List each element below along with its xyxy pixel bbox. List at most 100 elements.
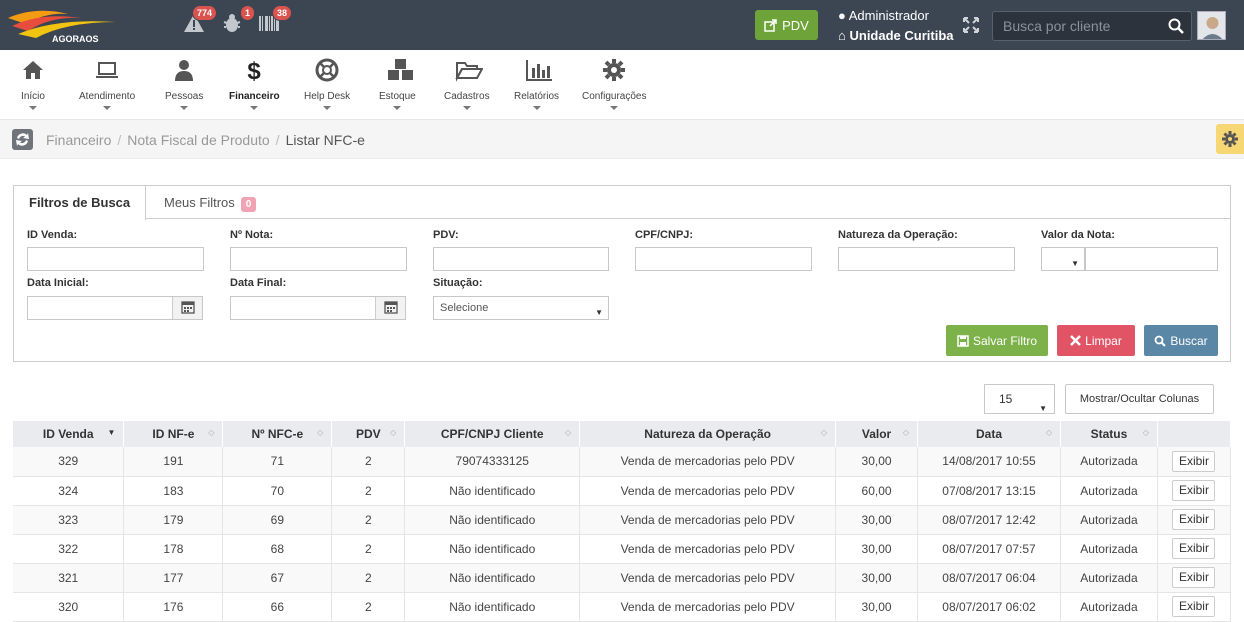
natureza-label: Natureza da Operação: bbox=[838, 229, 958, 241]
external-link-icon bbox=[764, 18, 777, 32]
client-search bbox=[992, 11, 1192, 41]
floppy-icon bbox=[957, 334, 969, 347]
cell-id-venda: 324 bbox=[13, 476, 125, 506]
menu-label: Cadastros bbox=[444, 91, 490, 102]
clear-button[interactable]: Limpar bbox=[1057, 325, 1135, 356]
column-header-cpf-cnpj[interactable]: CPF/CNPJ Cliente ◇ bbox=[404, 421, 581, 447]
pdv-label: PDV: bbox=[433, 229, 459, 241]
column-header-status[interactable]: Status ◇ bbox=[1060, 421, 1158, 447]
settings-gear-icon[interactable] bbox=[1216, 124, 1244, 154]
cell-status: Autorizada bbox=[1060, 447, 1158, 477]
cell-valor: 30,00 bbox=[835, 534, 919, 564]
column-header-id-venda[interactable]: ID Venda ▼ bbox=[13, 421, 125, 447]
cpf-cnpj-label: CPF/CNPJ: bbox=[635, 229, 694, 241]
valor-operator-select[interactable]: ▼ bbox=[1041, 247, 1085, 271]
pdv-input[interactable] bbox=[433, 247, 609, 271]
view-button[interactable]: Exibir bbox=[1172, 509, 1216, 530]
calendar-icon[interactable] bbox=[172, 297, 202, 319]
home-icon bbox=[21, 58, 45, 82]
pdv-label: PDV bbox=[782, 17, 809, 33]
view-button[interactable]: Exibir bbox=[1172, 596, 1216, 617]
cell-id-nfe: 179 bbox=[123, 505, 224, 535]
cell-valor: 60,00 bbox=[835, 476, 919, 506]
cell-pdv: 2 bbox=[331, 476, 406, 506]
cell-data: 07/08/2017 13:15 bbox=[917, 476, 1061, 506]
view-button[interactable]: Exibir bbox=[1172, 538, 1216, 559]
id-venda-input[interactable] bbox=[27, 247, 204, 271]
nr-nota-input[interactable] bbox=[230, 247, 407, 271]
warning-icon[interactable]: 774 bbox=[183, 5, 217, 34]
logo[interactable]: AGORAOS bbox=[6, 4, 121, 44]
chevron-down-icon bbox=[393, 106, 402, 110]
column-header-natureza[interactable]: Natureza da Operação ◇ bbox=[579, 421, 837, 447]
user-menu[interactable]: ● Administrador bbox=[838, 8, 929, 23]
avatar[interactable] bbox=[1197, 11, 1226, 40]
column-header-pdv[interactable]: PDV ◇ bbox=[331, 421, 406, 447]
cell-id-nfe: 178 bbox=[123, 534, 224, 564]
page-size-select[interactable]: 15 ▼ bbox=[984, 384, 1055, 414]
table-body: 329 191 71 2 79074333125 Venda de mercadorias… bbox=[13, 447, 1232, 622]
menu-item-atendimento[interactable]: Atendimento bbox=[79, 58, 135, 110]
menu-item-helpdesk[interactable]: Help Desk bbox=[304, 58, 350, 110]
toggle-columns-button[interactable]: Mostrar/Ocultar Colunas bbox=[1065, 384, 1214, 414]
column-header-valor[interactable]: Valor ◇ bbox=[835, 421, 919, 447]
menu-item-configuracoes[interactable]: Configurações bbox=[582, 58, 646, 110]
view-button[interactable]: Exibir bbox=[1172, 567, 1216, 588]
menu-item-relatorios[interactable]: Relatórios bbox=[514, 58, 559, 110]
cell-id-venda: 323 bbox=[13, 505, 125, 535]
search-button[interactable]: Buscar bbox=[1144, 325, 1218, 356]
data-inicial-input[interactable] bbox=[27, 296, 203, 320]
cell-id-nfe: 177 bbox=[123, 563, 224, 593]
bug-icon[interactable]: 1 bbox=[221, 5, 255, 34]
sort-icon: ◇ bbox=[317, 428, 324, 437]
column-header-id-nfe[interactable]: ID NF-e ◇ bbox=[123, 421, 224, 447]
save-filter-button[interactable]: Salvar Filtro bbox=[946, 325, 1048, 356]
table-row: 324 183 70 2 Não identificado Venda de mercad… bbox=[13, 476, 1232, 506]
cell-status: Autorizada bbox=[1060, 505, 1158, 535]
table-row: 323 179 69 2 Não identificado Venda de mercad… bbox=[13, 505, 1232, 535]
data-final-input[interactable] bbox=[230, 296, 406, 320]
menu-label: Estoque bbox=[379, 91, 416, 102]
chevron-down-icon bbox=[532, 106, 541, 110]
data-inicial-label: Data Inicial: bbox=[27, 277, 89, 289]
breadcrumb: Financeiro / Nota Fiscal de Produto / Listar… bbox=[46, 132, 365, 148]
sort-icon: ◇ bbox=[1045, 428, 1052, 437]
column-header-nr-nfce[interactable]: Nº NFC-e ◇ bbox=[222, 421, 333, 447]
column-header-data[interactable]: Data ◇ bbox=[917, 421, 1061, 447]
natureza-input[interactable] bbox=[838, 247, 1015, 271]
unit-menu[interactable]: ⌂ Unidade Curitiba bbox=[838, 28, 954, 43]
breadcrumb-item-nota-fiscal[interactable]: Nota Fiscal de Produto bbox=[127, 132, 269, 148]
calendar-icon[interactable] bbox=[375, 297, 405, 319]
lifebuoy-icon bbox=[315, 58, 339, 82]
cell-cpf-cnpj: Não identificado bbox=[404, 505, 581, 535]
cell-pdv: 2 bbox=[331, 563, 406, 593]
situacao-value: Selecione bbox=[440, 302, 489, 314]
search-input[interactable] bbox=[993, 12, 1161, 40]
situacao-select[interactable]: Selecione ▼ bbox=[433, 296, 609, 320]
view-button[interactable]: Exibir bbox=[1172, 480, 1216, 501]
sort-icon: ◇ bbox=[208, 428, 215, 437]
chevron-down-icon: ▼ bbox=[595, 308, 603, 317]
tab-my-filters[interactable]: Meus Filtros 0 bbox=[149, 186, 271, 219]
barcode-icon[interactable]: 38 bbox=[258, 5, 292, 34]
cpf-cnpj-input[interactable] bbox=[635, 247, 812, 271]
tab-search-filters[interactable]: Filtros de Busca bbox=[14, 186, 147, 220]
menu-item-pessoas[interactable]: Pessoas bbox=[165, 58, 203, 110]
fullscreen-icon[interactable] bbox=[962, 16, 980, 34]
cell-data: 14/08/2017 10:55 bbox=[917, 447, 1061, 477]
valor-nota-input[interactable] bbox=[1085, 247, 1218, 271]
pdv-button[interactable]: PDV bbox=[755, 10, 818, 40]
sort-icon: ◇ bbox=[820, 428, 828, 437]
view-button[interactable]: Exibir bbox=[1172, 450, 1216, 472]
menu-item-financeiro[interactable]: $ Financeiro bbox=[229, 58, 280, 110]
search-icon[interactable] bbox=[1168, 18, 1184, 34]
refresh-icon[interactable] bbox=[12, 129, 33, 150]
cell-cpf-cnpj: Não identificado bbox=[404, 563, 581, 593]
chevron-down-icon: ▼ bbox=[1071, 259, 1079, 268]
cell-cpf-cnpj: 79074333125 bbox=[404, 447, 581, 477]
menu-item-cadastros[interactable]: Cadastros bbox=[444, 58, 490, 110]
menu-item-estoque[interactable]: Estoque bbox=[379, 58, 416, 110]
menu-item-inicio[interactable]: Início bbox=[21, 58, 45, 110]
breadcrumb-item-financeiro[interactable]: Financeiro bbox=[46, 132, 111, 148]
cell-status: Autorizada bbox=[1060, 563, 1158, 593]
